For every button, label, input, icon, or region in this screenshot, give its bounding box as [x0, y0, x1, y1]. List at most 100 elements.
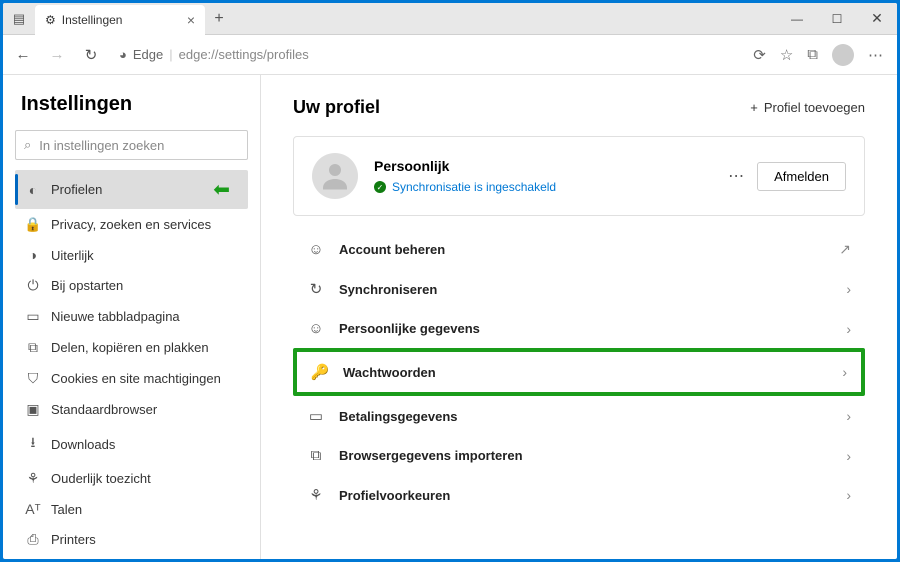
- profile-menu: ☺Account beheren↗ ↻ Synchroniseren › ☺ Persoo…: [293, 230, 865, 515]
- profile-info: Persoonlijk ✓ Synchronisatie is ingescha…: [374, 158, 712, 194]
- profile-more-button[interactable]: ⋯: [728, 166, 745, 186]
- close-window-button[interactable]: ✕: [857, 3, 897, 35]
- sidebar-item[interactable]: ⏻Bij opstarten: [15, 270, 248, 301]
- more-menu-icon[interactable]: ⋯: [868, 46, 883, 64]
- profile-avatar-icon[interactable]: [832, 44, 854, 66]
- add-profile-button[interactable]: + Profiel toevoegen: [750, 100, 865, 115]
- profile-menu-item[interactable]: ☺ Persoonlijke gegevens ›: [293, 309, 865, 348]
- sidebar-item[interactable]: 🔒Privacy, zoeken en services: [15, 209, 248, 240]
- profile-menu-item[interactable]: ▭Betalingsgegevens›: [293, 396, 865, 436]
- sidebar-item[interactable]: ⛉Cookies en site machtigingen: [15, 363, 248, 394]
- chevron-right-icon: ›: [846, 321, 851, 337]
- menu-item-icon: ⧉: [307, 447, 325, 464]
- close-tab-icon[interactable]: ×: [187, 12, 195, 28]
- sidebar-item-icon: Aᵀ: [25, 501, 41, 517]
- signout-button[interactable]: Afmelden: [757, 162, 846, 191]
- sidebar-item[interactable]: ◑ Uiterlijk: [15, 240, 248, 270]
- sidebar-item-label: Talen: [51, 502, 82, 517]
- edge-logo-icon: ◕: [119, 47, 127, 62]
- menu-item-icon: ↻: [307, 280, 325, 298]
- menu-item-icon: ⚘: [307, 486, 325, 504]
- sidebar-item-icon: 🔒: [25, 216, 41, 233]
- titlebar: ▤ ⚙ Instellingen × + — ☐ ✕: [3, 3, 897, 35]
- menu-item-icon: ☺: [307, 320, 325, 337]
- menu-item-label: Profielvoorkeuren: [339, 488, 832, 503]
- chevron-right-icon: ↗: [839, 241, 851, 258]
- sidebar-nav: ◐Profielen⬅🔒Privacy, zoeken en services◑…: [15, 170, 248, 559]
- sidebar-item-icon: ▣: [25, 401, 41, 418]
- sidebar-heading: Instellingen: [15, 93, 248, 116]
- sync-text: Synchronisatie is ingeschakeld: [392, 180, 556, 194]
- content: Instellingen ⌕ In instellingen zoeken ◐P…: [3, 75, 897, 559]
- sidebar-item[interactable]: ⭳ Downloads: [15, 425, 248, 463]
- brand-label: Edge: [133, 47, 163, 62]
- sidebar-item-label: Downloads: [51, 437, 115, 452]
- url-text: edge://settings/profiles: [179, 47, 309, 62]
- browser-tab[interactable]: ⚙ Instellingen ×: [35, 5, 205, 35]
- settings-search[interactable]: ⌕ In instellingen zoeken: [15, 130, 248, 160]
- chevron-right-icon: ›: [842, 364, 847, 380]
- sidebar-item[interactable]: ▭ Nieuwe tabbladpagina: [15, 301, 248, 332]
- toolbar-actions: ⟳ ☆ ⧉ ⋯: [753, 44, 889, 66]
- profile-menu-item[interactable]: ⧉ Browsergegevens importeren ›: [293, 436, 865, 475]
- favorites-icon[interactable]: ☆: [780, 46, 793, 64]
- sidebar-item-icon: ⛉: [25, 370, 41, 387]
- sidebar-item[interactable]: ⧉Delen, kopiëren en plakken: [15, 332, 248, 363]
- read-aloud-icon[interactable]: ⟳: [753, 46, 766, 64]
- sidebar-item-label: Bij opstarten: [51, 278, 123, 293]
- profile-menu-item[interactable]: ⚘ Profielvoorkeuren ›: [293, 475, 865, 515]
- menu-item-label: Synchroniseren: [339, 282, 832, 297]
- menu-item-icon: 🔑: [311, 363, 329, 381]
- settings-sidebar: Instellingen ⌕ In instellingen zoeken ◐P…: [3, 75, 261, 559]
- sidebar-item[interactable]: Aᵀ Talen: [15, 494, 248, 524]
- arrow-annotation-icon: ⬅: [213, 177, 230, 202]
- maximize-button[interactable]: ☐: [817, 3, 857, 35]
- minimize-button[interactable]: —: [777, 3, 817, 35]
- address-bar[interactable]: ◕ Edge | edge://settings/profiles: [113, 47, 743, 62]
- window-controls: — ☐ ✕: [777, 3, 897, 35]
- sidebar-item[interactable]: ◐Profielen⬅: [15, 170, 248, 209]
- sidebar-item-icon: ◑: [25, 247, 41, 263]
- back-button[interactable]: ←: [11, 43, 35, 67]
- tab-title: Instellingen: [62, 13, 123, 27]
- menu-item-icon: ▭: [307, 407, 325, 425]
- forward-button[interactable]: →: [45, 43, 69, 67]
- add-profile-label: Profiel toevoegen: [764, 100, 865, 115]
- sync-status[interactable]: ✓ Synchronisatie is ingeschakeld: [374, 180, 712, 194]
- profile-menu-item[interactable]: ↻ Synchroniseren ›: [293, 269, 865, 309]
- main-header: Uw profiel + Profiel toevoegen: [293, 97, 865, 118]
- profile-avatar: [312, 153, 358, 199]
- profile-name: Persoonlijk: [374, 158, 712, 174]
- sidebar-item-icon: ⭳: [25, 432, 41, 456]
- sidebar-item[interactable]: ⚘Ouderlijk toezicht: [15, 463, 248, 494]
- menu-item-label: Persoonlijke gegevens: [339, 321, 832, 336]
- sidebar-item[interactable]: ⎙Printers: [15, 524, 248, 555]
- menu-item-icon: ☺: [307, 241, 325, 258]
- profile-menu-item[interactable]: 🔑 Wachtwoorden ›: [293, 348, 865, 396]
- sidebar-item[interactable]: ▢Systeem: [15, 555, 248, 559]
- sidebar-item-icon: ⚘: [25, 470, 41, 487]
- toolbar: ← → ↻ ◕ Edge | edge://settings/profiles …: [3, 35, 897, 75]
- sidebar-item-label: Uiterlijk: [51, 248, 94, 263]
- sidebar-item-icon: ▭: [25, 308, 41, 325]
- menu-item-label: Betalingsgegevens: [339, 409, 832, 424]
- chevron-right-icon: ›: [846, 487, 851, 503]
- page-title: Uw profiel: [293, 97, 380, 118]
- new-tab-button[interactable]: +: [205, 10, 233, 28]
- collections-icon[interactable]: ⧉: [807, 46, 818, 63]
- profile-menu-item[interactable]: ☺Account beheren↗: [293, 230, 865, 269]
- chevron-right-icon: ›: [846, 281, 851, 297]
- browser-window: ▤ ⚙ Instellingen × + — ☐ ✕ ← → ↻ ◕ Edge …: [3, 3, 897, 559]
- profile-card: Persoonlijk ✓ Synchronisatie is ingescha…: [293, 136, 865, 216]
- refresh-button[interactable]: ↻: [79, 43, 103, 67]
- menu-item-label: Browsergegevens importeren: [339, 448, 832, 463]
- plus-icon: +: [750, 100, 758, 115]
- search-icon: ⌕: [24, 137, 31, 153]
- profile-actions: ⋯ Afmelden: [728, 162, 846, 191]
- app-icon: ▤: [3, 11, 35, 27]
- tab-settings-icon: ⚙: [45, 13, 56, 27]
- menu-item-label: Wachtwoorden: [343, 365, 828, 380]
- sidebar-item[interactable]: ▣Standaardbrowser: [15, 394, 248, 425]
- sidebar-item-label: Nieuwe tabbladpagina: [51, 309, 180, 324]
- chevron-right-icon: ›: [846, 448, 851, 464]
